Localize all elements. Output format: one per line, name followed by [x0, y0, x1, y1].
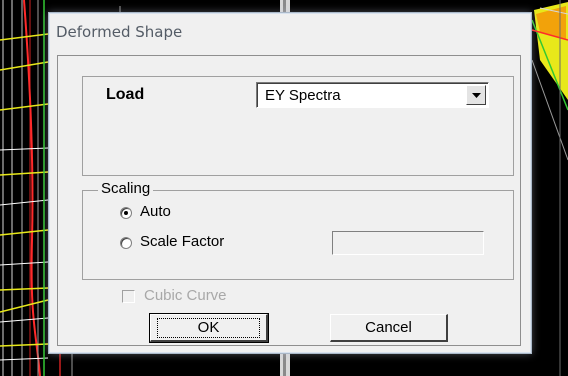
cubic-curve-label: Cubic Curve — [144, 287, 227, 304]
auto-label: Auto — [140, 203, 171, 220]
dialog-title: Deformed Shape — [56, 23, 183, 41]
dropdown-button[interactable] — [466, 85, 486, 105]
ok-button-label: OK — [156, 318, 261, 338]
chevron-down-icon — [472, 93, 481, 98]
cancel-button[interactable]: Cancel — [330, 314, 448, 342]
cubic-curve-checkbox[interactable] — [122, 290, 135, 303]
load-case-dropdown[interactable]: EY Spectra — [256, 82, 489, 108]
deformed-shape-dialog: Deformed Shape Load EY Spectra Scaling A… — [48, 12, 532, 354]
radio-unselected-icon[interactable] — [120, 237, 132, 249]
scale-factor-label: Scale Factor — [140, 233, 225, 250]
scale-factor-input[interactable] — [332, 231, 484, 255]
load-label: Load — [106, 86, 145, 103]
radio-selected-icon[interactable] — [120, 207, 132, 219]
dialog-content-frame: Load EY Spectra Scaling Auto Scale Facto… — [57, 55, 521, 346]
scaling-legend: Scaling — [98, 180, 154, 197]
ok-button[interactable]: OK — [149, 313, 269, 343]
load-case-selected-value: EY Spectra — [265, 87, 341, 104]
